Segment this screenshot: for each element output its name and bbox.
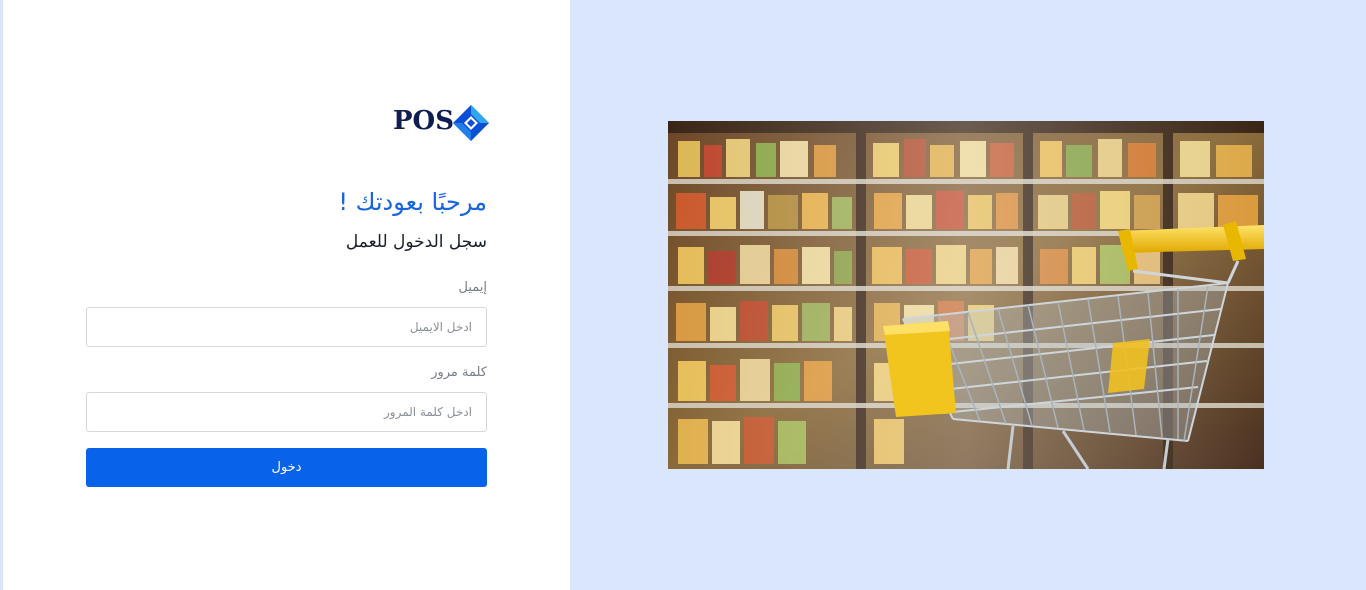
page-title: مرحبًا بعودتك ! [338,188,487,216]
diamond-logo-icon [453,105,489,141]
page-subtitle: سجل الدخول للعمل [345,232,487,252]
brand-logo: POS [393,103,491,143]
illustration-panel [570,0,1366,590]
logo-text: POS [393,106,454,136]
password-label: كلمة مرور [431,365,487,380]
password-field[interactable] [86,392,487,432]
shopping-cart-image [668,121,1264,469]
email-label: إيميل [458,280,487,295]
login-button[interactable]: دخول [86,448,487,487]
email-field[interactable] [86,307,487,347]
login-panel: POS مرحبًا بعودتك ! سجل الدخول للعمل إيم… [3,0,570,590]
